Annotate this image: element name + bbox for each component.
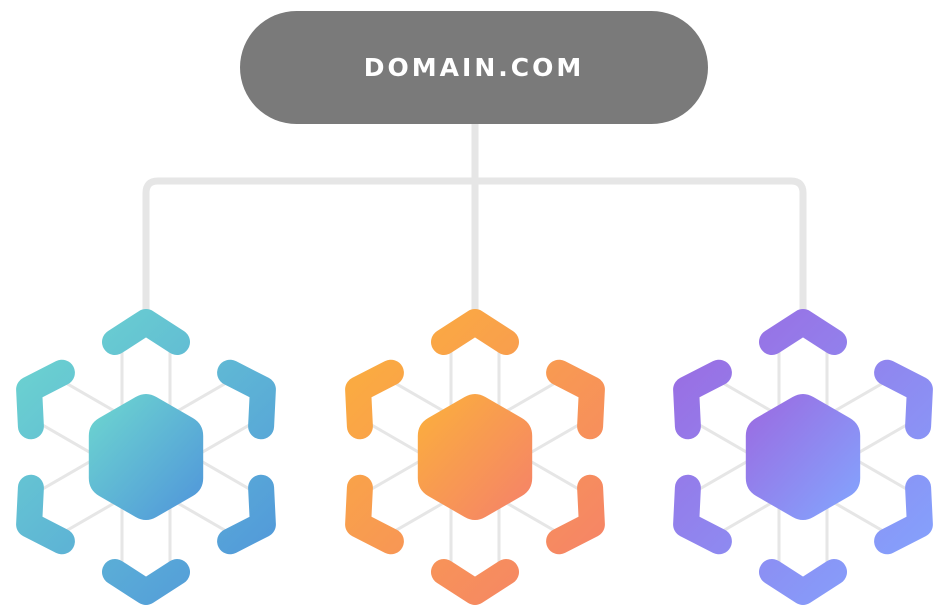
orange-cluster <box>345 309 605 605</box>
purple-cluster-chevron-3 <box>874 474 933 555</box>
purple-cluster-chevron-1 <box>759 309 847 355</box>
purple-cluster-chevron-5 <box>673 474 732 555</box>
purple-cluster-center-hexagon <box>745 394 861 520</box>
orange-cluster-chevron-2 <box>546 359 605 440</box>
clusters-group <box>16 309 933 605</box>
purple-cluster-chevron-6 <box>673 359 732 440</box>
teal-cluster-chevron-4 <box>102 559 190 605</box>
purple-cluster-chevron-2 <box>874 359 933 440</box>
orange-cluster-chevron-3 <box>546 474 605 555</box>
orange-cluster-chevron-4 <box>431 559 519 605</box>
teal-cluster-chevron-5 <box>16 474 75 555</box>
teal-cluster-center-hexagon <box>88 394 204 520</box>
root-domain-node: DOMAIN.COM <box>240 11 708 124</box>
domain-hierarchy-diagram: DOMAIN.COM <box>0 0 933 609</box>
tree-connectors <box>142 120 807 310</box>
orange-cluster-chevron-6 <box>345 359 404 440</box>
teal-cluster-chevron-2 <box>217 359 276 440</box>
orange-cluster-chevron-5 <box>345 474 404 555</box>
root-domain-label: DOMAIN.COM <box>363 53 585 82</box>
teal-cluster <box>16 309 276 605</box>
teal-cluster-chevron-1 <box>102 309 190 355</box>
orange-cluster-center-hexagon <box>417 394 533 520</box>
purple-cluster <box>673 309 933 605</box>
purple-cluster-chevron-4 <box>759 559 847 605</box>
orange-cluster-chevron-1 <box>431 309 519 355</box>
teal-cluster-chevron-3 <box>217 474 276 555</box>
teal-cluster-chevron-6 <box>16 359 75 440</box>
